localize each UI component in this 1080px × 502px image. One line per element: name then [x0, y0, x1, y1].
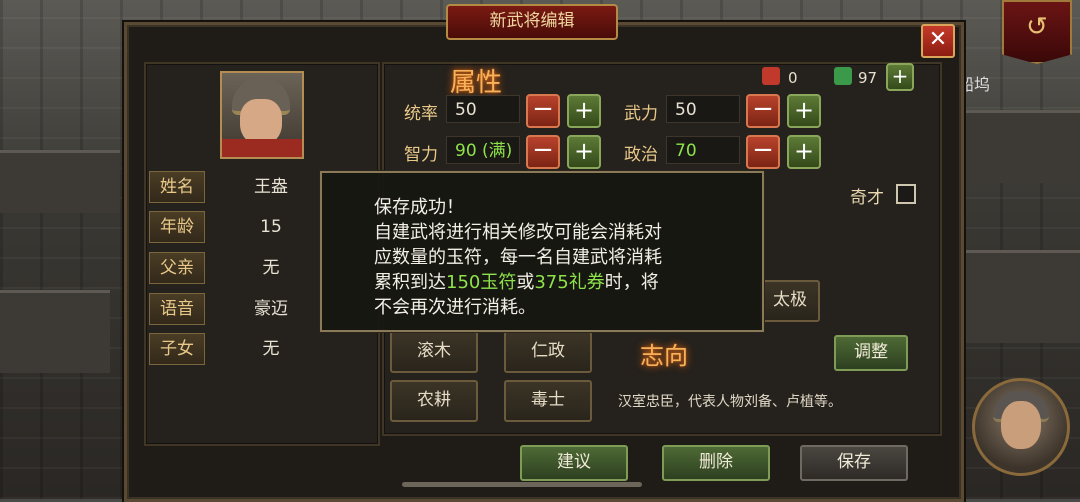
profile-value[interactable]: 无 [219, 252, 323, 284]
toast-line: 应数量的玉符，每一名自建武将消耗 [374, 247, 662, 268]
stat-label-politics: 政治 [624, 145, 658, 165]
add-coupon-button[interactable]: + [886, 63, 914, 91]
stat-label-intellect: 智力 [404, 145, 438, 165]
profile-label: 子女 [149, 333, 205, 365]
stat-label-command: 统率 [404, 104, 438, 124]
toast-text: 累积到达 [374, 272, 446, 293]
profile-value[interactable]: 王盎 [219, 171, 323, 203]
genius-checkbox[interactable] [896, 184, 916, 204]
decrease-intellect-button[interactable]: − [526, 135, 560, 169]
increase-command-button[interactable]: + [567, 94, 601, 128]
profile-label: 年龄 [149, 211, 205, 243]
background-roof [0, 150, 120, 213]
toast-text: 或 [516, 272, 535, 293]
ambition-description: 汉室忠臣，代表人物刘备、卢植等。 [618, 394, 842, 410]
toast-highlight-coupon: 375礼券 [534, 272, 605, 293]
adjust-ambition-button[interactable]: 调整 [834, 335, 908, 371]
general-avatar-button[interactable] [972, 378, 1070, 476]
ambition-title: 志向 [640, 342, 688, 370]
skill-button-taiji[interactable]: 太极 [760, 280, 820, 322]
profile-value[interactable]: 豪迈 [219, 293, 323, 325]
scrollbar[interactable] [402, 482, 642, 487]
stat-label-force: 武力 [624, 104, 658, 124]
suggest-button[interactable]: 建议 [520, 445, 628, 481]
toast-title: 保存成功！ [374, 197, 464, 218]
toast-highlight-jade: 150玉符 [446, 272, 517, 293]
coupon-icon [834, 67, 852, 85]
return-icon: ↺ [1026, 12, 1048, 42]
stat-value-intellect: 90 (满) [446, 136, 520, 164]
close-button[interactable]: ✕ [921, 24, 955, 58]
stat-value-command: 50 [446, 95, 520, 123]
profile-value[interactable]: 15 [219, 211, 323, 243]
skill-button-dushi[interactable]: 毒士 [504, 380, 592, 422]
portrait-armor [222, 139, 302, 157]
save-success-toast: 保存成功！ 自建武将进行相关修改可能会消耗对 应数量的玉符，每一名自建武将消耗 … [320, 171, 764, 332]
background-roof [960, 250, 1080, 343]
increase-intellect-button[interactable]: + [567, 135, 601, 169]
increase-politics-button[interactable]: + [787, 135, 821, 169]
background-roof [960, 110, 1080, 183]
coupon-count: 97 [858, 69, 878, 87]
skill-button-gunmu[interactable]: 滚木 [390, 331, 478, 373]
jade-token-icon [762, 67, 780, 85]
toast-line: 累积到达150玉符或375礼券时，将 [374, 268, 659, 294]
jade-token-count: 0 [788, 69, 798, 87]
profile-row-children[interactable]: 子女 无 [149, 333, 383, 365]
stat-value-force: 50 [666, 95, 740, 123]
profile-label: 姓名 [149, 171, 205, 203]
genius-label: 奇才 [850, 188, 884, 208]
avatar-face [1001, 401, 1041, 449]
background-roof [0, 290, 110, 373]
save-button[interactable]: 保存 [800, 445, 908, 481]
profile-value[interactable]: 无 [219, 333, 323, 365]
dialog-title: 新武将编辑 [446, 4, 618, 40]
event-ribbon[interactable]: ↺ [1002, 0, 1072, 64]
profile-label: 语音 [149, 293, 205, 325]
toast-line: 不会再次进行消耗。 [374, 297, 536, 318]
stat-value-politics: 70 [666, 136, 740, 164]
skill-button-nonggeng[interactable]: 农耕 [390, 380, 478, 422]
decrease-force-button[interactable]: − [746, 94, 780, 128]
decrease-politics-button[interactable]: − [746, 135, 780, 169]
profile-label: 父亲 [149, 252, 205, 284]
attributes-title: 属性 [450, 68, 503, 98]
skill-button-renzheng[interactable]: 仁政 [504, 331, 592, 373]
decrease-command-button[interactable]: − [526, 94, 560, 128]
general-portrait[interactable] [220, 71, 304, 159]
delete-button[interactable]: 删除 [662, 445, 770, 481]
increase-force-button[interactable]: + [787, 94, 821, 128]
toast-line: 自建武将进行相关修改可能会消耗对 [374, 222, 662, 243]
toast-text: 时，将 [604, 272, 659, 293]
